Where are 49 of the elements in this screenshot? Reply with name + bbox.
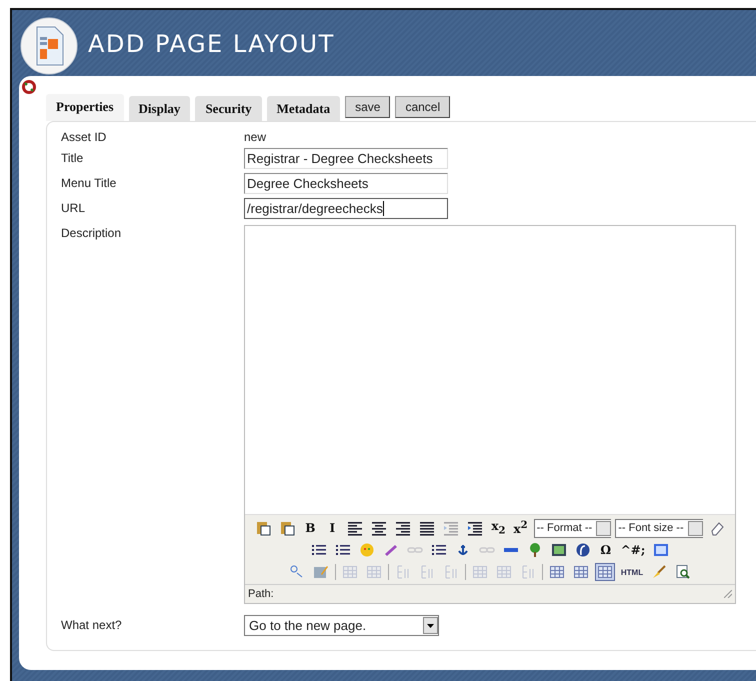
preview-icon[interactable] [675, 564, 692, 580]
save-button[interactable]: save [345, 96, 390, 118]
toolbar-glyph-button[interactable]: x$^{2}$ [513, 520, 528, 536]
rich-text-editor[interactable]: B I x$_{2}$ x$^{2}$ -- Format -- -- Font size -- Ω ^#; HTML Path: [244, 225, 736, 604]
toolbar-glyph-button[interactable]: HTML [620, 568, 644, 576]
path-label: Path: [248, 588, 274, 600]
lifebuoy-icon[interactable] [22, 80, 36, 94]
field-label: What next? [61, 617, 123, 632]
tab[interactable]: Metadata [266, 96, 340, 121]
resize-grip-icon[interactable] [724, 590, 732, 598]
eraser-icon[interactable] [708, 520, 725, 536]
tab[interactable]: Display [128, 96, 190, 121]
align-center-icon[interactable] [371, 520, 388, 536]
paste-word-icon[interactable] [279, 520, 296, 536]
tab[interactable]: Properties [46, 94, 124, 121]
find-replace-icon[interactable] [288, 564, 305, 580]
field-label: Title [61, 150, 84, 165]
toolbar-dropdown[interactable]: -- Format -- [534, 518, 612, 538]
toolbar-glyph-button[interactable]: x$_{2}$ [491, 519, 506, 537]
indent-icon[interactable] [467, 520, 484, 536]
text-input-field[interactable]: /registrar/degreechecks [244, 198, 448, 219]
smiley-icon[interactable] [358, 542, 375, 558]
dropdown-arrow-icon [427, 624, 434, 628]
text-input-field[interactable]: Registrar - Degree Checksheets [244, 148, 448, 169]
bullet-list-icon[interactable] [310, 542, 327, 558]
flash-icon[interactable] [574, 542, 591, 558]
field-label: Description [61, 225, 122, 240]
brush-icon[interactable] [651, 564, 668, 580]
text-input-field[interactable]: Degree Checksheets [244, 173, 448, 194]
align-left-icon[interactable] [347, 520, 364, 536]
field-label: Asset ID [61, 129, 108, 144]
toolbar-glyph-button[interactable]: B [305, 521, 316, 535]
toolbar-dropdown[interactable]: -- Font size -- [615, 518, 703, 538]
cancel-button[interactable]: cancel [395, 96, 450, 118]
page-title: ADD PAGE LAYOUT [88, 30, 335, 58]
picture-icon[interactable] [550, 542, 567, 558]
align-right-icon[interactable] [395, 520, 412, 536]
field-label: URL [61, 200, 86, 215]
asset-id-value: new [244, 129, 268, 144]
what-next-dropdown[interactable]: Go to the new page. [244, 615, 439, 636]
numbered-list-icon[interactable] [334, 542, 351, 558]
toolbar-glyph-button[interactable]: ^#; [620, 543, 646, 557]
toolbar-glyph-button[interactable]: Ω [600, 543, 612, 557]
paste-text-icon[interactable] [255, 520, 272, 536]
tab[interactable]: Security [195, 96, 262, 121]
field-label: Menu Title [61, 175, 118, 190]
toolbar-glyph-button[interactable]: I [330, 521, 336, 535]
align-justify-icon[interactable] [419, 520, 436, 536]
template-icon[interactable] [653, 542, 670, 558]
